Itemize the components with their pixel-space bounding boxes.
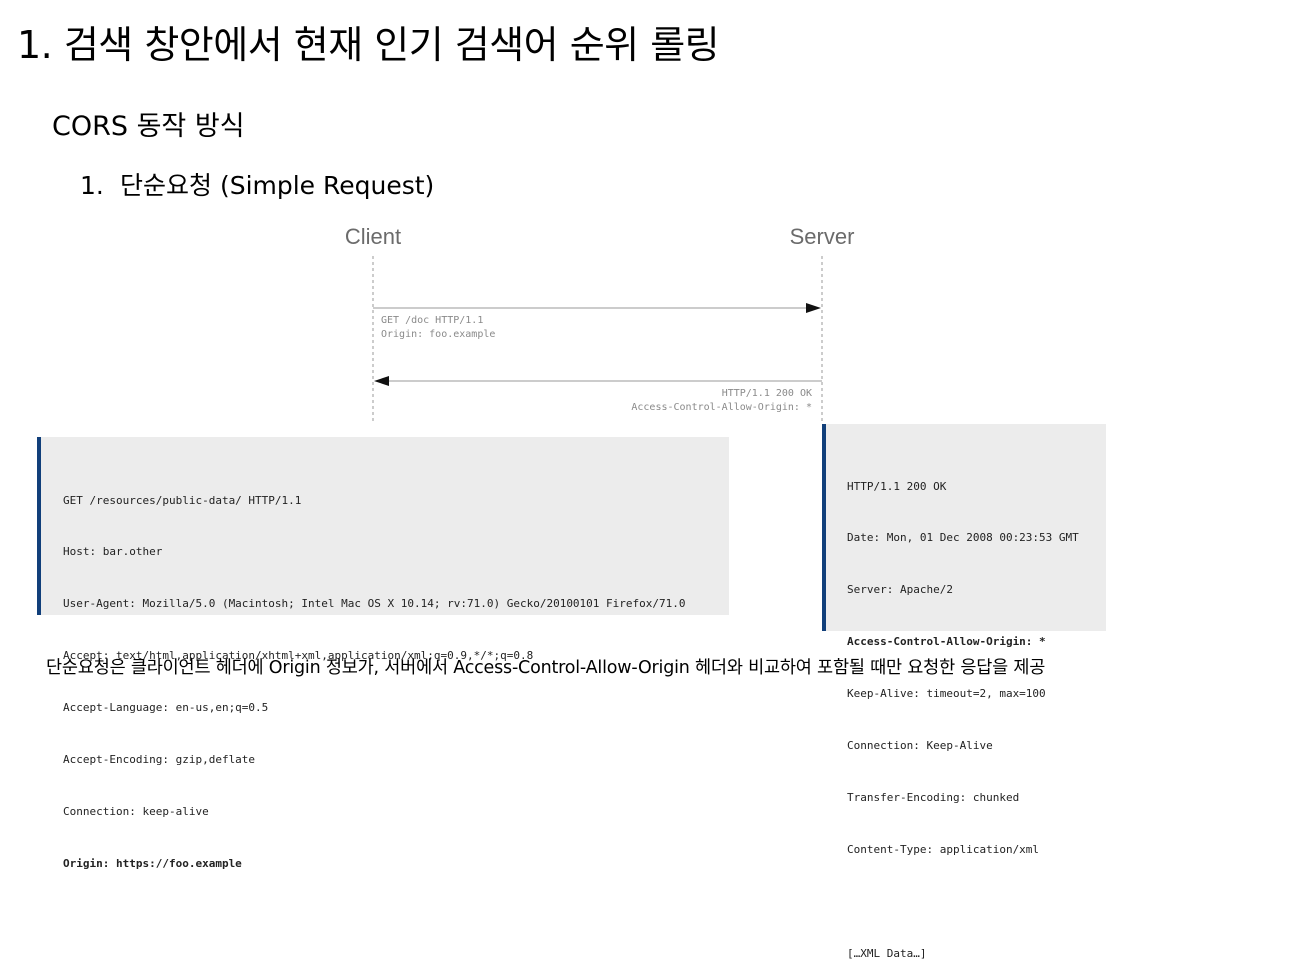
client-label: Client <box>345 224 401 249</box>
request-message-line-2: Origin: foo.example <box>381 329 495 340</box>
numbered-item: 1. 단순요청 (Simple Request) <box>80 166 434 202</box>
response-arrowhead-icon <box>374 376 389 386</box>
server-label: Server <box>790 224 855 249</box>
request-code-line: GET /resources/public-data/ HTTP/1.1 <box>63 493 302 507</box>
response-message-line-2: Access-Control-Allow-Origin: * <box>631 402 812 413</box>
response-code-line: Keep-Alive: timeout=2, max=100 <box>847 687 1046 701</box>
response-acao-line: Access-Control-Allow-Origin: * <box>847 635 1046 649</box>
request-origin-line: Origin: https://foo.example <box>63 856 242 870</box>
response-message-line-1: HTTP/1.1 200 OK <box>722 388 812 399</box>
item-label: 단순요청 (Simple Request) <box>120 171 435 200</box>
response-code-line: Content-Type: application/xml <box>847 842 1040 856</box>
response-code-line: Connection: Keep-Alive <box>847 739 993 753</box>
response-code-line: Server: Apache/2 <box>847 583 953 597</box>
response-code-line: Transfer-Encoding: chunked <box>847 790 1020 804</box>
section-heading: CORS 동작 방식 <box>52 111 245 142</box>
request-code-line: Accept-Encoding: gzip,deflate <box>63 753 256 767</box>
caption-text: 단순요청은 클라이언트 헤더에 Origin 정보가, 서버에서 Access-… <box>46 658 1046 678</box>
request-code-line: User-Agent: Mozilla/5.0 (Macintosh; Inte… <box>63 597 686 611</box>
response-code-line: Date: Mon, 01 Dec 2008 00:23:53 GMT <box>847 531 1079 545</box>
response-code-line <box>847 893 1106 910</box>
request-code-line: Connection: keep-alive <box>63 804 209 818</box>
request-arrowhead-icon <box>806 303 821 313</box>
request-code-block: GET /resources/public-data/ HTTP/1.1 Hos… <box>37 437 729 870</box>
request-code-line: Accept-Language: en-us,en;q=0.5 <box>63 701 269 715</box>
response-code-block: HTTP/1.1 200 OK Date: Mon, 01 Dec 2008 0… <box>822 424 1106 960</box>
item-number: 1. <box>80 171 104 200</box>
slide-title: 1. 검색 창안에서 현재 인기 검색어 순위 롤링 <box>17 23 720 67</box>
response-code-line: […XML Data…] <box>847 946 927 960</box>
request-code-line: Host: bar.other <box>63 545 163 559</box>
request-message-line-1: GET /doc HTTP/1.1 <box>381 315 483 326</box>
response-code-line: HTTP/1.1 200 OK <box>847 479 947 493</box>
